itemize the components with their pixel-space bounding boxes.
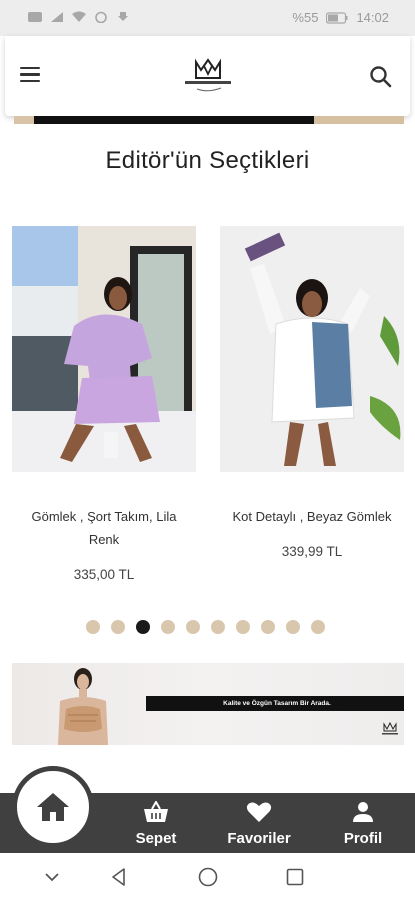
screen: %55 14:02 Editör'ün Seçtikleri Gömlek , … xyxy=(0,0,415,900)
product-price: 335,00 TL xyxy=(73,567,135,582)
clock: 14:02 xyxy=(356,10,389,25)
product-card[interactable]: Kot Detaylı , Beyaz Gömlek 339,99 TL xyxy=(220,226,404,559)
hamburger-menu-icon[interactable] xyxy=(20,64,46,88)
home-button[interactable] xyxy=(12,766,94,848)
product-image[interactable] xyxy=(12,226,196,472)
nav-item-favoriler[interactable]: Favoriler xyxy=(224,801,294,847)
carousel-dots xyxy=(86,620,325,634)
nav-label: Profil xyxy=(343,830,383,847)
product-name[interactable]: Gömlek , Şort Takım, Lila Renk xyxy=(12,505,196,551)
status-left-icons xyxy=(28,11,130,23)
section-title: Editör'ün Seçtikleri xyxy=(105,147,310,174)
nav-label: Sepet xyxy=(135,830,177,847)
carousel-dot[interactable] xyxy=(211,620,225,634)
promo-bar: Kalite ve Özgün Tasarım Bir Arada. xyxy=(146,696,404,711)
carousel-dot[interactable] xyxy=(161,620,175,634)
download-icon xyxy=(118,12,128,21)
carousel-dot[interactable] xyxy=(136,620,150,634)
app-header xyxy=(5,36,410,116)
basket-icon xyxy=(144,799,168,822)
brand-logo[interactable] xyxy=(177,56,239,96)
nav-label: Favoriler xyxy=(227,830,291,847)
product-card[interactable]: Gömlek , Şort Takım, Lila Renk 335,00 TL xyxy=(12,226,196,582)
carousel-dot[interactable] xyxy=(186,620,200,634)
heart-icon xyxy=(246,802,272,822)
signal-icon xyxy=(51,12,63,22)
battery-percent: %55 xyxy=(292,10,319,25)
product-image[interactable] xyxy=(220,226,404,472)
carousel-dot[interactable] xyxy=(111,620,125,634)
product-price: 339,99 TL xyxy=(281,544,343,559)
carousel-dot[interactable] xyxy=(286,620,300,634)
system-navigation xyxy=(0,853,415,900)
carousel-dot[interactable] xyxy=(261,620,275,634)
battery-icon xyxy=(326,11,348,24)
nav-item-sepet[interactable]: Sepet xyxy=(134,799,178,847)
promo-logo xyxy=(382,721,398,735)
volte-icon xyxy=(28,12,42,22)
person-icon xyxy=(353,802,373,822)
product-name[interactable]: Kot Detaylı , Beyaz Gömlek xyxy=(220,505,404,528)
status-bar: %55 14:02 xyxy=(0,0,415,36)
chevron-down-icon[interactable] xyxy=(40,865,64,889)
top-banner-edge xyxy=(14,116,404,124)
home-icon xyxy=(37,793,69,821)
wifi-icon xyxy=(72,11,86,22)
promo-model-image xyxy=(58,668,108,745)
alarm-icon xyxy=(95,11,107,23)
carousel-dot[interactable] xyxy=(311,620,325,634)
back-icon[interactable] xyxy=(107,865,131,889)
carousel-dot[interactable] xyxy=(236,620,250,634)
promo-banner[interactable]: Kalite ve Özgün Tasarım Bir Arada. xyxy=(12,663,404,745)
search-icon[interactable] xyxy=(368,64,394,90)
carousel-dot[interactable] xyxy=(86,620,100,634)
nav-item-profil[interactable]: Profil xyxy=(341,801,385,847)
home-circle-icon[interactable] xyxy=(196,865,220,889)
recents-icon[interactable] xyxy=(283,865,307,889)
promo-text: Kalite ve Özgün Tasarım Bir Arada. xyxy=(223,700,331,707)
status-right: %55 14:02 xyxy=(292,10,389,25)
